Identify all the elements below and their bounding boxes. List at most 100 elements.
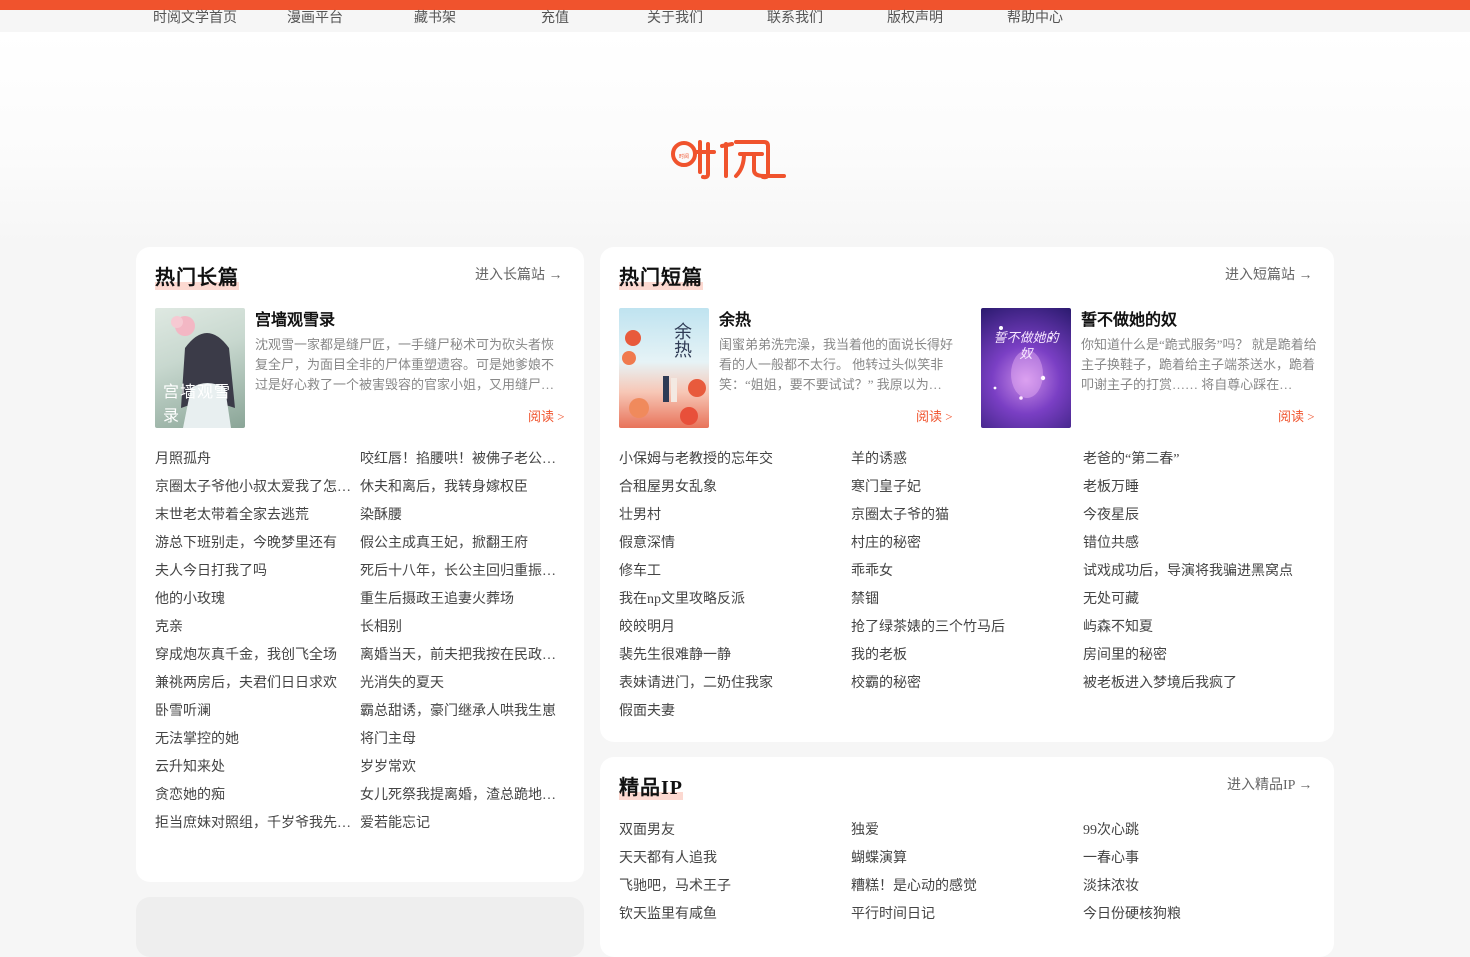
nav-copyright[interactable]: 版权声明 [887, 10, 943, 28]
list-item[interactable]: 克亲 [155, 618, 353, 638]
list-item[interactable]: 老爸的“第二春” [1083, 450, 1315, 470]
next-panel-peek [136, 897, 584, 957]
list-item[interactable]: 休夫和离后，我转身嫁权臣 [360, 478, 560, 498]
list-item[interactable]: 长相别 [360, 618, 560, 638]
featured-short-desc-2: 你知道什么是“跪式服务”吗？ 就是跪着给主子换鞋子，跪着给主子端茶送水，跪着叩谢… [1081, 337, 1317, 392]
nav-comics[interactable]: 漫画平台 [287, 10, 343, 28]
nav-contact[interactable]: 联系我们 [767, 10, 823, 28]
nav-bookshelf[interactable]: 藏书架 [414, 10, 456, 28]
enter-short-site-link[interactable]: 进入短篇站 → [1225, 267, 1313, 285]
list-item[interactable]: 离婚当天，前夫把我按在民政局门口 [360, 646, 560, 666]
list-item[interactable]: 他的小玫瑰 [155, 590, 353, 610]
list-item[interactable]: 平行时间日记 [851, 905, 1071, 925]
list-item[interactable]: 小保姆与老教授的忘年交 [619, 450, 839, 470]
list-item[interactable]: 云升知来处 [155, 758, 353, 778]
list-item[interactable]: 被老板进入梦境后我疯了 [1083, 674, 1315, 694]
featured-long-title[interactable]: 宫墙观雪录 [255, 311, 335, 331]
list-item[interactable]: 今日份硬核狗粮 [1083, 905, 1315, 925]
list-item[interactable]: 将门主母 [360, 730, 560, 750]
top-nav: 时阅文学首页 漫画平台 藏书架 充值 关于我们 联系我们 版权声明 帮助中心 [0, 10, 1470, 32]
list-item[interactable]: 皎皎明月 [619, 618, 839, 638]
list-item[interactable]: 霸总甜诱，豪门继承人哄我生崽 [360, 702, 560, 722]
list-item[interactable]: 我的老板 [851, 646, 1071, 666]
nav-home[interactable]: 时阅文学首页 [153, 10, 237, 28]
list-item[interactable]: 末世老太带着全家去逃荒 [155, 506, 353, 526]
list-item[interactable]: 无法掌控的她 [155, 730, 353, 750]
list-item[interactable]: 壮男村 [619, 506, 839, 526]
site-logo-text: 时阅 [679, 153, 689, 160]
list-item[interactable]: 乖乖女 [851, 562, 1071, 582]
list-item[interactable]: 糟糕！是心动的感觉 [851, 877, 1071, 897]
featured-long-read-link[interactable]: 阅读 > [528, 409, 565, 425]
hot-long-panel: 热门长篇 进入长篇站 → 宫墙观雪录 宫墙观雪录 沈观雪一家都是缝尸匠，一手缝尸… [136, 247, 584, 882]
list-item[interactable]: 屿森不知夏 [1083, 618, 1315, 638]
list-item[interactable]: 假意深情 [619, 534, 839, 554]
list-item[interactable]: 99次心跳 [1083, 821, 1315, 841]
list-item[interactable]: 假公主成真王妃，掀翻王府 [360, 534, 560, 554]
list-item[interactable]: 死后十八年，长公主回归重振朝纲 [360, 562, 560, 582]
list-item[interactable]: 修车工 [619, 562, 839, 582]
list-item[interactable]: 禁锢 [851, 590, 1071, 610]
list-item[interactable]: 房间里的秘密 [1083, 646, 1315, 666]
featured-long-desc: 沈观雪一家都是缝尸匠，一手缝尸秘术可为砍头者恢复全尸，为面目全非的尸体重塑遗容。… [255, 337, 555, 392]
list-item[interactable]: 蝴蝶演算 [851, 849, 1071, 869]
list-item[interactable]: 羊的诱惑 [851, 450, 1071, 470]
list-item[interactable]: 咬红唇！掐腰哄！被佛子老公宠上天 [360, 450, 560, 470]
list-item[interactable]: 我在np文里攻略反派 [619, 590, 839, 610]
list-item[interactable]: 裴先生很难静一静 [619, 646, 839, 666]
featured-short-read-link-2[interactable]: 阅读 > [1278, 409, 1315, 425]
list-item[interactable]: 拒当庶妹对照组，千岁爷我先撩为敬 [155, 814, 353, 834]
site-logo[interactable]: 时阅 [668, 132, 800, 184]
list-item[interactable]: 钦天监里有咸鱼 [619, 905, 839, 925]
featured-short-title-1[interactable]: 余热 [719, 311, 751, 331]
list-item[interactable]: 夫人今日打我了吗 [155, 562, 353, 582]
cover-text-gongqiang: 宫墙观雪录 [163, 384, 232, 425]
list-item[interactable]: 假面夫妻 [619, 702, 839, 722]
list-item[interactable]: 游总下班别走，今晚梦里还有 [155, 534, 353, 554]
list-item[interactable]: 今夜星辰 [1083, 506, 1315, 526]
list-item[interactable]: 双面男友 [619, 821, 839, 841]
list-item[interactable]: 重生后摄政王追妻火葬场 [360, 590, 560, 610]
hot-long-title: 热门长篇 [155, 267, 239, 290]
list-item[interactable]: 老板万睡 [1083, 478, 1315, 498]
list-item[interactable]: 京圈太子爷的猫 [851, 506, 1071, 526]
list-item[interactable]: 兼祧两房后，夫君们日日求欢 [155, 674, 353, 694]
list-item[interactable]: 爱若能忘记 [360, 814, 560, 834]
premium-ip-title: 精品IP [619, 777, 683, 800]
list-item[interactable]: 淡抹浓妆 [1083, 877, 1315, 897]
list-item[interactable]: 岁岁常欢 [360, 758, 560, 778]
list-item[interactable]: 试戏成功后，导演将我骗进黑窝点 [1083, 562, 1315, 582]
cover-gongqiang[interactable]: 宫墙观雪录 [155, 308, 245, 428]
list-item[interactable]: 村庄的秘密 [851, 534, 1071, 554]
list-item[interactable]: 抢了绿茶婊的三个竹马后 [851, 618, 1071, 638]
cover-shibuzuo[interactable]: 誓不做她的奴 [981, 308, 1071, 428]
list-item[interactable]: 天天都有人追我 [619, 849, 839, 869]
list-item[interactable]: 光消失的夏天 [360, 674, 560, 694]
list-item[interactable]: 错位共感 [1083, 534, 1315, 554]
list-item[interactable]: 独爱 [851, 821, 1071, 841]
list-item[interactable]: 京圈太子爷他小叔太爱我了怎么办 [155, 478, 353, 498]
enter-long-site-link[interactable]: 进入长篇站 → [475, 267, 563, 285]
nav-recharge[interactable]: 充值 [541, 10, 569, 28]
premium-ip-panel: 精品IP 进入精品IP → 双面男友 天天都有人追我 飞驰吧，马术王子 钦天监里… [600, 757, 1334, 957]
nav-help[interactable]: 帮助中心 [1007, 10, 1063, 28]
list-item[interactable]: 校霸的秘密 [851, 674, 1071, 694]
enter-ip-site-link[interactable]: 进入精品IP → [1227, 777, 1312, 795]
nav-about[interactable]: 关于我们 [647, 10, 703, 28]
featured-short-title-2[interactable]: 誓不做她的奴 [1081, 311, 1177, 331]
list-item[interactable]: 表妹请进门，二奶住我家 [619, 674, 839, 694]
list-item[interactable]: 飞驰吧，马术王子 [619, 877, 839, 897]
featured-short-read-link-1[interactable]: 阅读 > [916, 409, 953, 425]
list-item[interactable]: 合租屋男女乱象 [619, 478, 839, 498]
list-item[interactable]: 女儿死祭我提离婚，渣总跪地求原谅 [360, 786, 560, 806]
list-item[interactable]: 卧雪听澜 [155, 702, 353, 722]
list-item[interactable]: 贪恋她的痴 [155, 786, 353, 806]
list-item[interactable]: 一春心事 [1083, 849, 1315, 869]
list-item[interactable]: 无处可藏 [1083, 590, 1315, 610]
list-item[interactable]: 穿成炮灰真千金，我创飞全场 [155, 646, 353, 666]
list-item[interactable]: 染酥腰 [360, 506, 560, 526]
hot-short-panel: 热门短篇 进入短篇站 → 余热 余热 闺蜜弟弟洗完澡，我当着他的面说长得好看的人… [600, 247, 1334, 742]
list-item[interactable]: 寒门皇子妃 [851, 478, 1071, 498]
list-item[interactable]: 月照孤舟 [155, 450, 353, 470]
cover-yure[interactable]: 余热 [619, 308, 709, 428]
